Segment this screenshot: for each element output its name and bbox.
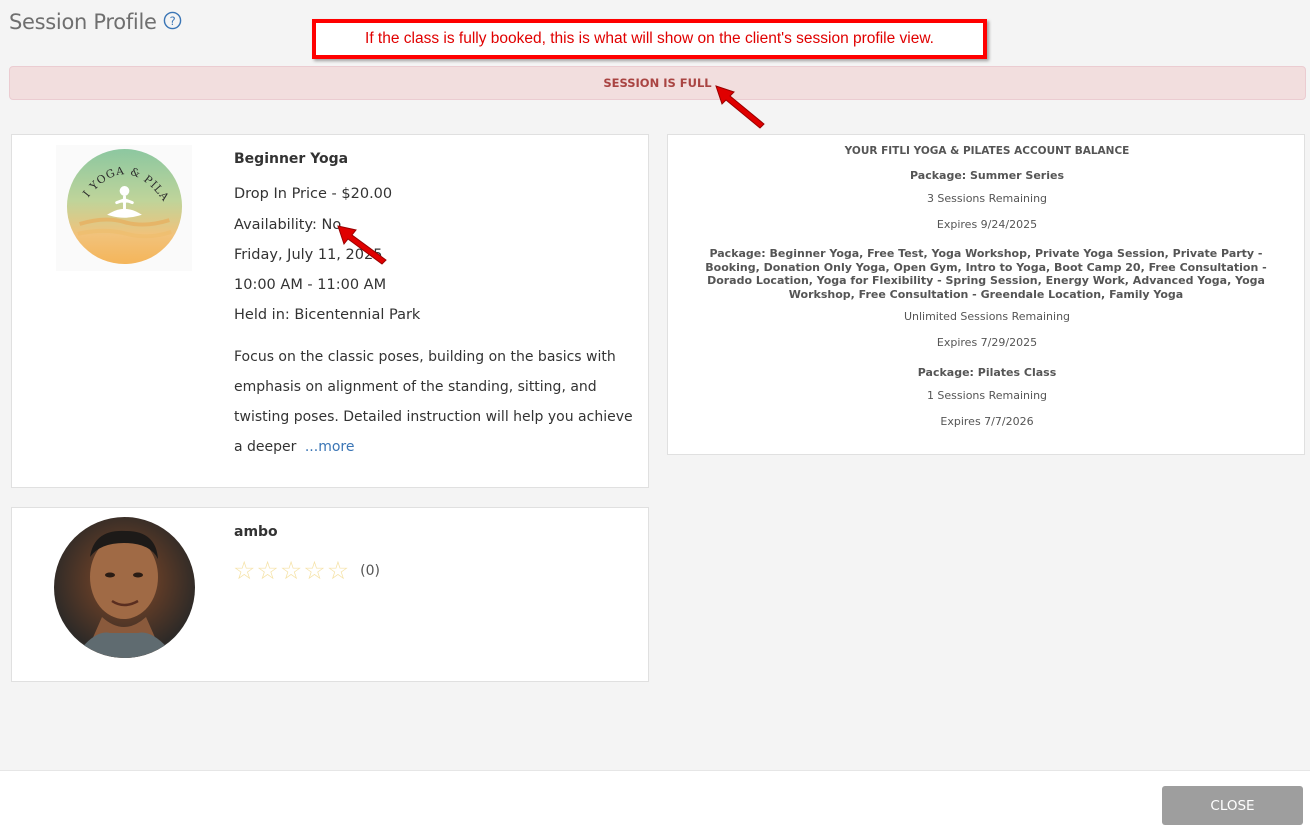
package-expires: Expires 7/29/2025 xyxy=(936,336,1038,349)
staff-name: ambo xyxy=(234,524,278,540)
more-link[interactable]: ...more xyxy=(305,439,355,455)
close-button[interactable]: CLOSE xyxy=(1162,786,1303,825)
page-title-text: Session Profile xyxy=(9,10,157,34)
session-location: Held in: Bicentennial Park xyxy=(234,307,421,323)
star-icon[interactable]: ☆ xyxy=(327,558,349,583)
annotation-callout: If the class is fully booked, this is wh… xyxy=(312,19,987,59)
star-icon[interactable]: ☆ xyxy=(256,558,278,583)
annotation-arrow-icon xyxy=(715,85,765,129)
star-icon[interactable]: ☆ xyxy=(280,558,302,583)
avatar-portrait xyxy=(74,530,176,658)
balance-title: YOUR FITLI YOGA & PILATES ACCOUNT BALANC… xyxy=(844,145,1130,157)
package-name: Package: Beginner Yoga, Free Test, Yoga … xyxy=(705,247,1267,301)
page-title: Session Profile ? xyxy=(9,10,182,34)
footer-bar xyxy=(0,770,1310,837)
account-balance-card: YOUR FITLI YOGA & PILATES ACCOUNT BALANC… xyxy=(667,134,1305,455)
package-name: Package: Summer Series xyxy=(910,169,1064,182)
session-card: FITLI YOGA & PILATES Beginner Yoga Drop … xyxy=(11,134,649,488)
session-full-banner: SESSION IS FULL xyxy=(9,66,1306,100)
rating-count: (0) xyxy=(360,562,380,579)
session-name: Beginner Yoga xyxy=(234,151,349,167)
description-text: Focus on the classic poses, building on … xyxy=(234,349,633,455)
session-description: Focus on the classic poses, building on … xyxy=(234,342,634,462)
drop-in-price: Drop In Price - $20.00 xyxy=(234,186,393,202)
star-icon[interactable]: ☆ xyxy=(303,558,325,583)
package-remaining: 1 Sessions Remaining xyxy=(926,389,1048,402)
package-remaining: 3 Sessions Remaining xyxy=(926,192,1048,205)
session-time: 10:00 AM - 11:00 AM xyxy=(234,277,387,293)
star-icon[interactable]: ☆ xyxy=(233,558,255,583)
staff-card: ambo ☆ ☆ ☆ ☆ ☆ (0) xyxy=(11,507,649,682)
package-name: Package: Pilates Class xyxy=(917,366,1057,379)
availability-arrow-icon xyxy=(337,225,387,265)
help-icon[interactable]: ? xyxy=(163,11,182,30)
package-expires: Expires 7/7/2026 xyxy=(940,415,1034,428)
staff-avatar xyxy=(54,517,195,658)
package-expires: Expires 9/24/2025 xyxy=(936,218,1038,231)
studio-logo-frame: FITLI YOGA & PILATES xyxy=(56,145,192,271)
studio-logo: FITLI YOGA & PILATES xyxy=(66,148,183,265)
star-rating[interactable]: ☆ ☆ ☆ ☆ ☆ (0) xyxy=(233,558,380,583)
svg-text:?: ? xyxy=(169,14,175,28)
package-remaining: Unlimited Sessions Remaining xyxy=(903,310,1071,323)
availability: Availability: No xyxy=(234,217,342,233)
